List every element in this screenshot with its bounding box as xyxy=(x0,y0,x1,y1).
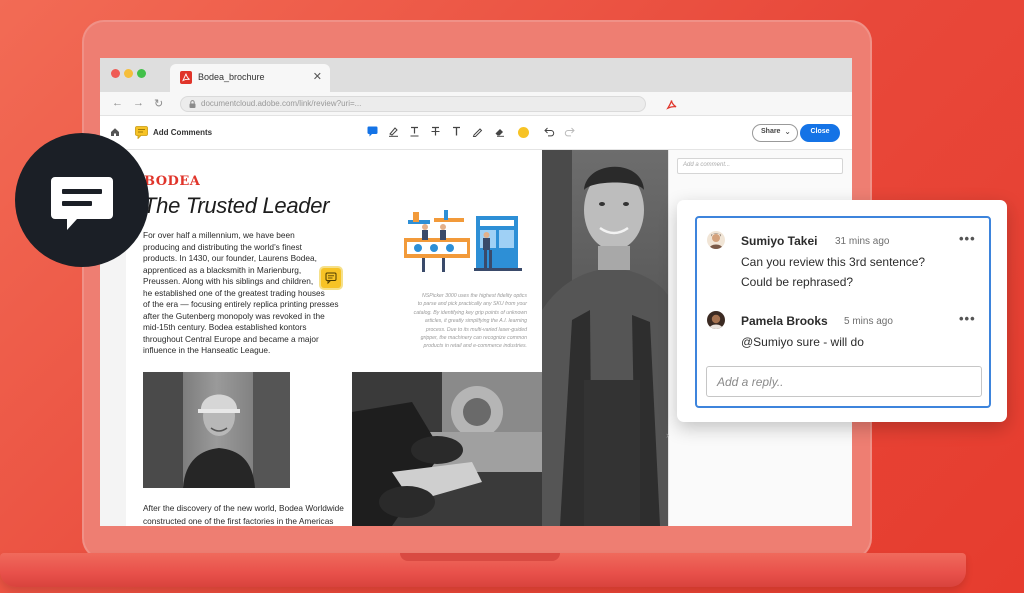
add-comment-input[interactable]: Add a comment... xyxy=(677,158,843,174)
body-line: After the discovery of the new world, Bo… xyxy=(143,503,344,513)
pdf-icon xyxy=(180,71,192,84)
undo-icon[interactable] xyxy=(544,126,555,137)
comment-bubble-icon xyxy=(51,177,113,230)
share-button[interactable]: Share ⌄ xyxy=(752,124,798,142)
page-headline: The Trusted Leader xyxy=(143,193,330,218)
caption-line: catalog. By identifying key grip points … xyxy=(413,309,527,316)
redo-icon[interactable] xyxy=(564,126,575,137)
highlight-tool-icon[interactable] xyxy=(388,126,399,137)
add-text-tool-icon[interactable] xyxy=(451,126,462,137)
avatar xyxy=(707,311,725,329)
window-maximize-dot[interactable] xyxy=(137,69,146,78)
user-avatar-icon xyxy=(707,311,725,329)
draw-pen-tool-icon[interactable] xyxy=(472,126,483,137)
back-arrow-icon[interactable]: ← xyxy=(112,97,123,109)
underline-text-tool-icon[interactable] xyxy=(409,126,420,137)
address-bar: ← → ↻ documentcloud.adobe.com/link/revie… xyxy=(100,92,852,116)
tab-title: Bodea_brochure xyxy=(198,72,265,82)
body-line: Preussen. Along with his siblings and ch… xyxy=(143,276,314,286)
body-line: he established one of the greatest tradi… xyxy=(143,287,325,298)
brand-logo-text: BODEA xyxy=(144,174,201,189)
comment-line: Could be rephrased? xyxy=(741,275,854,289)
comment-text: @Sumiyo sure - will do xyxy=(741,332,864,352)
comment-line: Can you review this 3rd sentence? xyxy=(741,255,926,269)
add-comment-placeholder: Add a comment... xyxy=(683,162,731,168)
worker-photo xyxy=(143,372,290,488)
comment-text: Can you review this 3rd sentence? Could … xyxy=(741,252,925,292)
body-line: producing and distributing the world’s f… xyxy=(143,241,302,252)
avatar xyxy=(707,231,725,249)
body-line: apprenticed as a blacksmith in Marienbur… xyxy=(143,264,302,275)
man-portrait-photo xyxy=(542,150,668,526)
url-text: documentcloud.adobe.com/link/review?uri=… xyxy=(201,99,362,108)
caption-line: articles, it greatly simplifying the A.I… xyxy=(424,318,527,325)
comment-thread[interactable]: Sumiyo Takei 31 mins ago ••• Can you rev… xyxy=(695,216,991,408)
comment-line: @Sumiyo sure - will do xyxy=(741,335,864,349)
comment-thread-card: Sumiyo Takei 31 mins ago ••• Can you rev… xyxy=(677,200,1007,422)
color-picker[interactable] xyxy=(518,127,529,138)
comment-badge xyxy=(15,133,149,267)
caption-line: process. Due to its multi-varied laser-g… xyxy=(425,326,527,333)
body-line: throughout Central Europe and became a m… xyxy=(143,333,319,344)
document-page: BODEA The Trusted Leader For over half a… xyxy=(126,150,668,526)
sticky-note-icon xyxy=(325,272,337,285)
body-line: after the Gutenberg monopoly was revoked… xyxy=(143,310,325,321)
acrobat-toolbar: Add Comments Share ⌄ Close xyxy=(100,116,852,150)
comment-time: 5 mins ago xyxy=(844,316,893,327)
tab-bar: Bodea_brochure ✕ xyxy=(100,58,852,92)
reply-placeholder: Add a reply.. xyxy=(717,375,784,389)
caption-line: NSPicker 3000 uses the highest fidelity … xyxy=(422,293,527,299)
window-close-dot[interactable] xyxy=(111,69,120,78)
window-minimize-dot[interactable] xyxy=(124,69,133,78)
body-line: For over half a millennium, we have been xyxy=(143,230,295,240)
image-caption: NSPicker 3000 uses the highest fidelity … xyxy=(381,292,527,351)
share-label: Share xyxy=(761,128,781,135)
close-label: Close xyxy=(810,128,830,135)
body-paragraph: For over half a millennium, we have been… xyxy=(143,230,343,357)
lock-icon xyxy=(189,100,196,108)
body-paragraph-2: After the discovery of the new world, Bo… xyxy=(143,502,344,526)
tab-close-icon[interactable]: ✕ xyxy=(313,70,322,83)
body-line: influence in the Hanseatic League. xyxy=(143,345,271,355)
laptop-notch xyxy=(400,553,560,561)
reply-input[interactable]: Add a reply.. xyxy=(706,366,982,397)
forward-arrow-icon[interactable]: → xyxy=(133,97,144,109)
document-viewer[interactable]: BODEA The Trusted Leader For over half a… xyxy=(100,150,668,526)
comment-author: Pamela Brooks xyxy=(741,314,828,328)
machine-photo xyxy=(352,372,542,526)
caption-line: gripper, the machinery can recognize com… xyxy=(420,335,527,342)
caption-line: products in retail and e-commerce indust… xyxy=(423,343,527,350)
user-avatar-icon xyxy=(707,231,725,249)
comment-author: Sumiyo Takei xyxy=(741,234,818,248)
comment-time: 31 mins ago xyxy=(835,236,890,247)
body-line: of the era — focusing entirely replica p… xyxy=(143,299,339,309)
reload-icon[interactable]: ↻ xyxy=(154,97,163,110)
factory-illustration xyxy=(404,210,522,272)
caption-line: to parse and pick practically any SKU fr… xyxy=(417,301,527,308)
sticky-note-marker[interactable] xyxy=(321,268,341,288)
chevron-right-icon[interactable]: › xyxy=(666,430,669,440)
body-line: mid-15th century. Bodea established kont… xyxy=(143,322,307,332)
url-input[interactable]: documentcloud.adobe.com/link/review?uri=… xyxy=(180,96,646,112)
body-line: products. In 1430, our founder, Laurens … xyxy=(143,253,317,263)
acrobat-extension-icon[interactable] xyxy=(666,99,677,110)
add-comments-label[interactable]: Add Comments xyxy=(153,128,212,137)
more-options-icon[interactable]: ••• xyxy=(959,311,976,326)
eraser-tool-icon[interactable] xyxy=(494,126,505,137)
chevron-down-icon: ⌄ xyxy=(784,127,791,136)
close-button[interactable]: Close xyxy=(800,124,840,142)
more-options-icon[interactable]: ••• xyxy=(959,231,976,246)
strikethrough-text-tool-icon[interactable] xyxy=(430,126,441,137)
browser-tab[interactable]: Bodea_brochure ✕ xyxy=(170,64,330,92)
sticky-note-tool-icon[interactable] xyxy=(367,126,378,137)
body-line: constructed one of the first factories i… xyxy=(143,516,334,526)
